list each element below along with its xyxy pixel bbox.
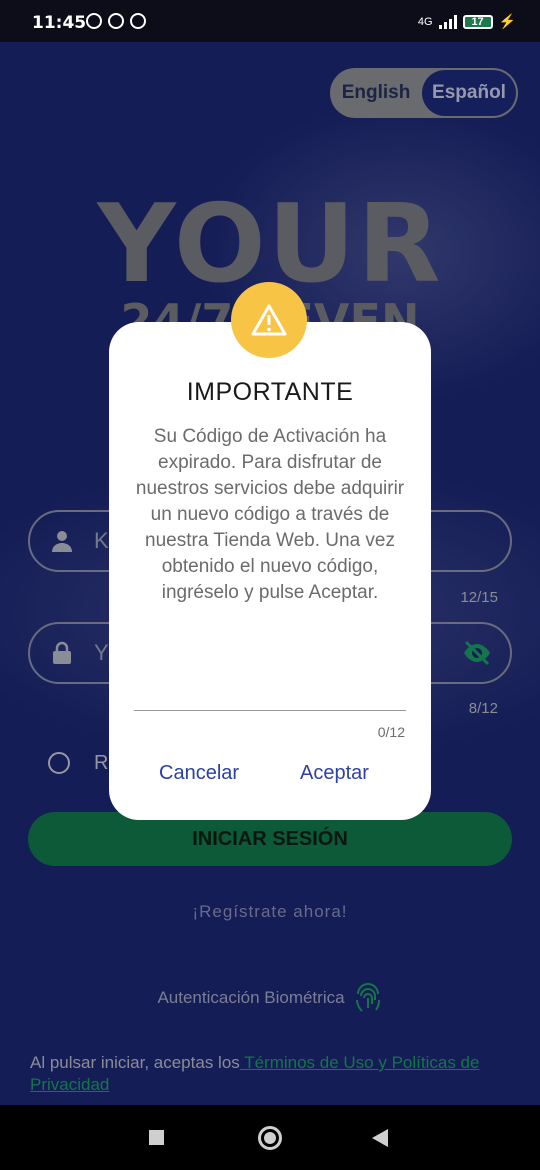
warning-badge — [231, 282, 307, 358]
activation-expired-dialog: IMPORTANTE Su Código de Activación ha ex… — [109, 322, 431, 820]
navigation-bar — [0, 1105, 540, 1170]
network-label: 4G — [417, 15, 433, 28]
status-bar: 11:45 4G 17 ⚡ — [0, 0, 540, 42]
vpn-icon — [108, 13, 124, 29]
warning-icon — [251, 304, 287, 336]
vpn-icon — [130, 13, 146, 29]
home-button[interactable] — [258, 1126, 282, 1150]
status-time: 11:45 — [32, 13, 87, 33]
dialog-message: Su Código de Activación ha expirado. Par… — [135, 426, 405, 603]
recent-apps-button[interactable] — [149, 1130, 164, 1145]
cancel-button[interactable]: Cancelar — [159, 762, 239, 785]
signal-icon — [438, 14, 457, 29]
activation-code-counter: 0/12 — [377, 724, 405, 740]
dialog-title: IMPORTANTE — [186, 378, 354, 406]
battery-icon: 17 — [462, 14, 493, 29]
charging-icon: ⚡ — [498, 13, 516, 29]
activation-code-input[interactable] — [134, 710, 406, 711]
status-system-icons: 4G 17 ⚡ — [418, 13, 516, 30]
alarm-icon — [86, 13, 102, 29]
status-notification-icons — [86, 13, 146, 29]
accept-button[interactable]: Aceptar — [300, 762, 369, 785]
back-button[interactable] — [372, 1129, 388, 1147]
